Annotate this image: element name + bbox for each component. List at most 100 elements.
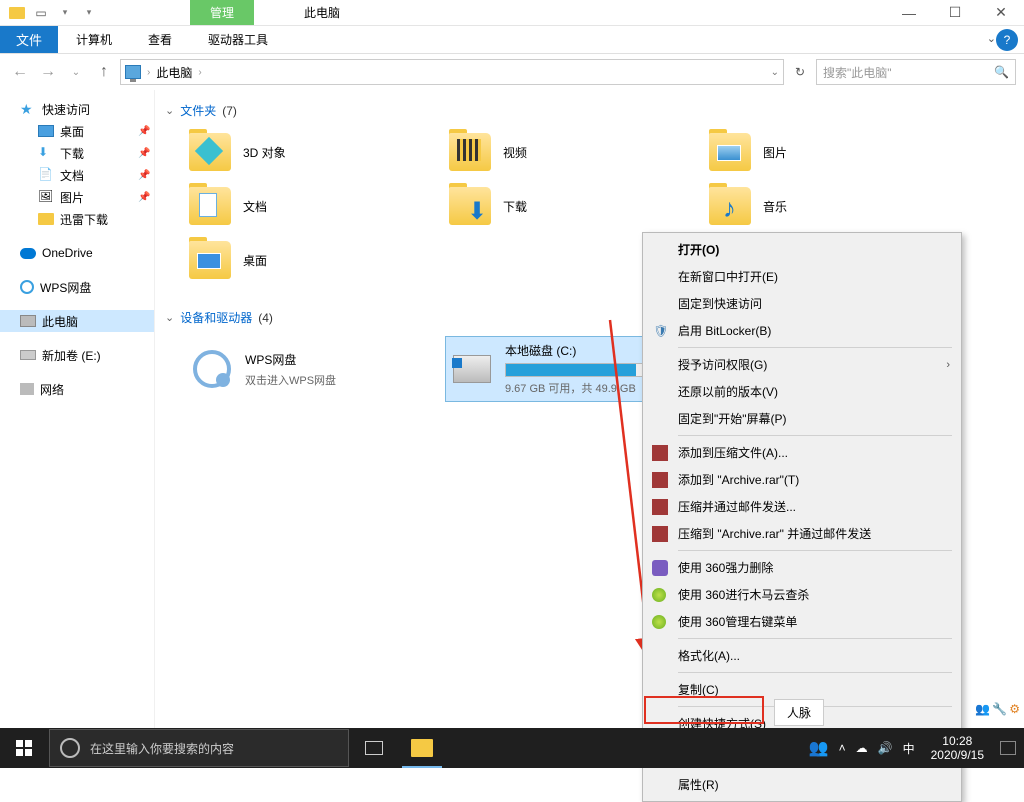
360-delete-icon <box>652 560 668 576</box>
close-button[interactable]: ✕ <box>978 0 1024 26</box>
nav-forward-button: → <box>36 60 60 84</box>
cm-grant-access[interactable]: 授予访问权限(G)› <box>646 351 958 378</box>
people-tooltip: 人脉 <box>774 699 824 726</box>
tree-network[interactable]: 网络 <box>0 378 154 400</box>
tray-volume-icon[interactable]: 🔊 <box>878 741 893 755</box>
cm-pin-quick-access[interactable]: 固定到快速访问 <box>646 290 958 317</box>
tree-pictures[interactable]: 🖼图片📌 <box>0 186 154 208</box>
ribbon-collapse-icon[interactable]: ⌄ <box>987 32 996 45</box>
search-input[interactable]: 搜索"此电脑" 🔍 <box>816 59 1016 85</box>
download-icon: ⬇ <box>38 145 54 161</box>
ribbon-file-tab[interactable]: 文件 <box>0 26 58 53</box>
360-icon <box>652 615 666 629</box>
folder-icon: ♪ <box>709 187 751 225</box>
tree-quick-access[interactable]: ★快速访问 <box>0 98 154 120</box>
nav-up-button[interactable]: ↑ <box>92 60 116 84</box>
notifications-button[interactable] <box>1000 741 1016 755</box>
folder-documents[interactable]: 文档 <box>185 183 415 229</box>
cm-bitlocker[interactable]: 🛡启用 BitLocker(B) <box>646 317 958 344</box>
search-icon[interactable]: 🔍 <box>994 65 1009 79</box>
cm-pin-start[interactable]: 固定到"开始"屏幕(P) <box>646 405 958 432</box>
folder-pictures[interactable]: 图片 <box>705 129 935 175</box>
qat-dropdown-icon[interactable]: ▾ <box>54 2 76 24</box>
folder-icon: ⬇ <box>449 187 491 225</box>
maximize-button[interactable]: ☐ <box>932 0 978 26</box>
settings-icon[interactable]: ⚙ <box>1009 702 1020 716</box>
people-icon[interactable]: 👥 <box>975 702 990 716</box>
group-folders-header[interactable]: ⌄ 文件夹 (7) <box>165 102 1014 119</box>
cm-open-new-window[interactable]: 在新窗口中打开(E) <box>646 263 958 290</box>
drive-c[interactable]: 本地磁盘 (C:) 9.67 GB 可用，共 49.9 GB <box>445 336 675 402</box>
desktop-icon <box>38 125 54 137</box>
folder-desktop[interactable]: 桌面 <box>185 237 415 283</box>
tree-xunlei[interactable]: 迅雷下载 <box>0 208 154 230</box>
cm-restore-versions[interactable]: 还原以前的版本(V) <box>646 378 958 405</box>
cm-format[interactable]: 格式化(A)... <box>646 642 958 669</box>
folder-music[interactable]: ♪音乐 <box>705 183 935 229</box>
cm-360-delete[interactable]: 使用 360强力删除 <box>646 554 958 581</box>
cm-rar-email-named[interactable]: 压缩到 "Archive.rar" 并通过邮件发送 <box>646 520 958 547</box>
tray-overflow-icon[interactable]: ˄ <box>839 741 846 755</box>
tree-this-pc[interactable]: 此电脑 <box>0 310 154 332</box>
tree-volume-e[interactable]: 新加卷 (E:) <box>0 344 154 366</box>
submenu-arrow-icon: › <box>946 359 950 371</box>
nav-recent-dropdown[interactable]: ⌄ <box>64 60 88 84</box>
minimize-button[interactable]: — <box>886 0 932 26</box>
breadcrumb-dropdown-icon[interactable]: ⌄ <box>771 67 779 78</box>
folder-downloads[interactable]: ⬇下载 <box>445 183 675 229</box>
navbar: ← → ⌄ ↑ › 此电脑 › ⌄ ↻ 搜索"此电脑" 🔍 <box>0 54 1024 90</box>
titlebar: ▭ ▾ ▾ 管理 此电脑 — ☐ ✕ <box>0 0 1024 26</box>
breadcrumb-segment[interactable]: 此电脑 <box>156 64 192 81</box>
folder-icon <box>189 187 231 225</box>
cortana-icon <box>60 738 80 758</box>
taskbar-search[interactable]: 在这里输入你要搜索的内容 <box>49 729 349 767</box>
cm-open[interactable]: 打开(O) <box>646 236 958 263</box>
folder-icon <box>189 241 231 279</box>
cm-360-scan[interactable]: 使用 360进行木马云查杀 <box>646 581 958 608</box>
drive-wps[interactable]: WPS网盘双击进入WPS网盘 <box>185 336 415 402</box>
tree-desktop[interactable]: 桌面📌 <box>0 120 154 142</box>
tray-cloud-icon[interactable]: ☁ <box>856 741 868 755</box>
cm-360-menu[interactable]: 使用 360管理右键菜单 <box>646 608 958 635</box>
ribbon: 文件 计算机 查看 驱动器工具 ⌄ ? <box>0 26 1024 54</box>
breadcrumb[interactable]: › 此电脑 › ⌄ <box>120 59 784 85</box>
people-button[interactable]: 👥 <box>809 738 829 758</box>
wps-icon <box>191 350 233 388</box>
qat-properties-icon[interactable]: ▭ <box>30 2 52 24</box>
tree-downloads[interactable]: ⬇下载📌 <box>0 142 154 164</box>
refresh-button[interactable]: ↻ <box>788 60 812 84</box>
folder-3d-objects[interactable]: 3D 对象 <box>185 129 415 175</box>
cm-rar-add[interactable]: 添加到压缩文件(A)... <box>646 439 958 466</box>
tree-onedrive[interactable]: OneDrive <box>0 242 154 264</box>
cm-properties[interactable]: 属性(R) <box>646 771 958 798</box>
shield-icon: 🛡 <box>652 322 670 340</box>
side-tools: 👥 🔧 ⚙ <box>973 700 1022 718</box>
cm-rar-email[interactable]: 压缩并通过邮件发送... <box>646 493 958 520</box>
chevron-icon[interactable]: › <box>147 67 150 78</box>
taskbar-search-placeholder: 在这里输入你要搜索的内容 <box>90 740 234 757</box>
chevron-icon[interactable]: › <box>198 67 201 78</box>
pin-icon: 📌 <box>138 170 150 181</box>
tree-documents[interactable]: 📄文档📌 <box>0 164 154 186</box>
help-button[interactable]: ? <box>996 29 1018 51</box>
ribbon-tab-computer[interactable]: 计算机 <box>58 26 130 53</box>
chevron-down-icon: ⌄ <box>165 104 174 117</box>
pin-icon: 📌 <box>138 126 150 137</box>
tool-icon[interactable]: 🔧 <box>992 702 1007 716</box>
nav-back-button[interactable]: ← <box>8 60 32 84</box>
qat-overflow-icon[interactable]: ▾ <box>78 2 100 24</box>
taskbar-clock[interactable]: 10:28 2020/9/15 <box>925 734 990 762</box>
cm-rar-add-named[interactable]: 添加到 "Archive.rar"(T) <box>646 466 958 493</box>
tray-ime[interactable]: 中 <box>903 740 915 757</box>
drive-icon <box>20 350 36 360</box>
task-view-button[interactable] <box>350 728 398 768</box>
taskbar-explorer[interactable] <box>398 728 446 768</box>
ribbon-tab-drivetools[interactable]: 驱动器工具 <box>190 26 286 53</box>
pc-icon <box>20 315 36 327</box>
start-button[interactable] <box>0 728 48 768</box>
tree-wps[interactable]: WPS网盘 <box>0 276 154 298</box>
folder-videos[interactable]: 视频 <box>445 129 675 175</box>
window-title: 此电脑 <box>304 4 340 21</box>
rar-icon <box>652 526 668 542</box>
ribbon-tab-view[interactable]: 查看 <box>130 26 190 53</box>
